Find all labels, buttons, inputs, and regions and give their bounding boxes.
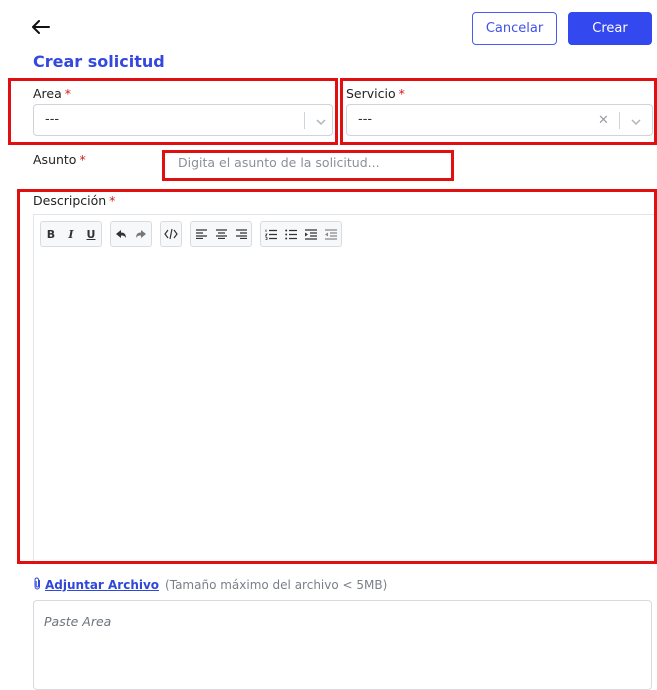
paste-area-placeholder: Paste Area <box>44 614 112 629</box>
align-right-icon[interactable] <box>231 222 251 246</box>
unordered-list-icon[interactable] <box>281 222 301 246</box>
asunto-label: Asunto * <box>33 152 86 167</box>
required-mark: * <box>398 86 405 101</box>
required-mark: * <box>79 152 86 167</box>
descripcion-label: Descripción * <box>33 193 115 208</box>
back-arrow-icon[interactable] <box>30 16 52 38</box>
required-mark: * <box>109 193 116 208</box>
indent-icon[interactable] <box>301 222 321 246</box>
toolbar-group-history <box>110 221 152 247</box>
toolbar-group-format: B I U <box>40 221 102 247</box>
required-mark: * <box>64 86 72 101</box>
attachment-row: Adjuntar Archivo (Tamaño máximo del arch… <box>33 577 387 593</box>
toolbar-group-align <box>190 221 252 247</box>
create-button[interactable]: Crear <box>568 12 652 45</box>
clear-icon[interactable]: ✕ <box>598 113 609 128</box>
servicio-select[interactable]: --- ✕ <box>346 104 653 136</box>
file-size-note: (Tamaño máximo del archivo < 5MB) <box>165 578 388 592</box>
editor-toolbar: B I U <box>40 221 350 247</box>
servicio-label-text: Servicio <box>346 86 396 101</box>
toolbar-group-lists <box>260 221 342 247</box>
align-center-icon[interactable] <box>211 222 231 246</box>
cancel-button[interactable]: Cancelar <box>472 12 557 45</box>
paste-area[interactable]: Paste Area <box>33 600 652 690</box>
outdent-icon[interactable] <box>321 222 341 246</box>
servicio-select-value: --- <box>358 112 373 127</box>
chevron-down-icon[interactable] <box>314 114 328 128</box>
select-separator <box>619 112 620 129</box>
area-select[interactable]: --- <box>33 104 333 136</box>
asunto-input[interactable] <box>170 151 448 173</box>
italic-button[interactable]: I <box>61 222 81 246</box>
select-separator <box>304 112 305 129</box>
asunto-label-text: Asunto <box>33 152 77 167</box>
underline-button[interactable]: U <box>81 222 101 246</box>
description-editor[interactable] <box>34 253 654 561</box>
toolbar-group-code <box>160 221 182 247</box>
code-icon[interactable] <box>161 222 181 246</box>
descripcion-label-text: Descripción <box>33 193 107 208</box>
align-left-icon[interactable] <box>191 222 211 246</box>
page-title: Crear solicitud <box>33 52 165 71</box>
area-label: Area * <box>33 86 71 101</box>
area-select-value: --- <box>45 112 60 127</box>
servicio-label: Servicio * <box>346 86 405 101</box>
attach-file-link[interactable]: Adjuntar Archivo <box>45 578 159 592</box>
undo-icon[interactable] <box>111 222 131 246</box>
area-label-text: Area <box>33 86 62 101</box>
paperclip-icon[interactable] <box>33 577 42 593</box>
chevron-down-icon[interactable] <box>629 114 643 128</box>
ordered-list-icon[interactable] <box>261 222 281 246</box>
redo-icon[interactable] <box>131 222 151 246</box>
bold-button[interactable]: B <box>41 222 61 246</box>
